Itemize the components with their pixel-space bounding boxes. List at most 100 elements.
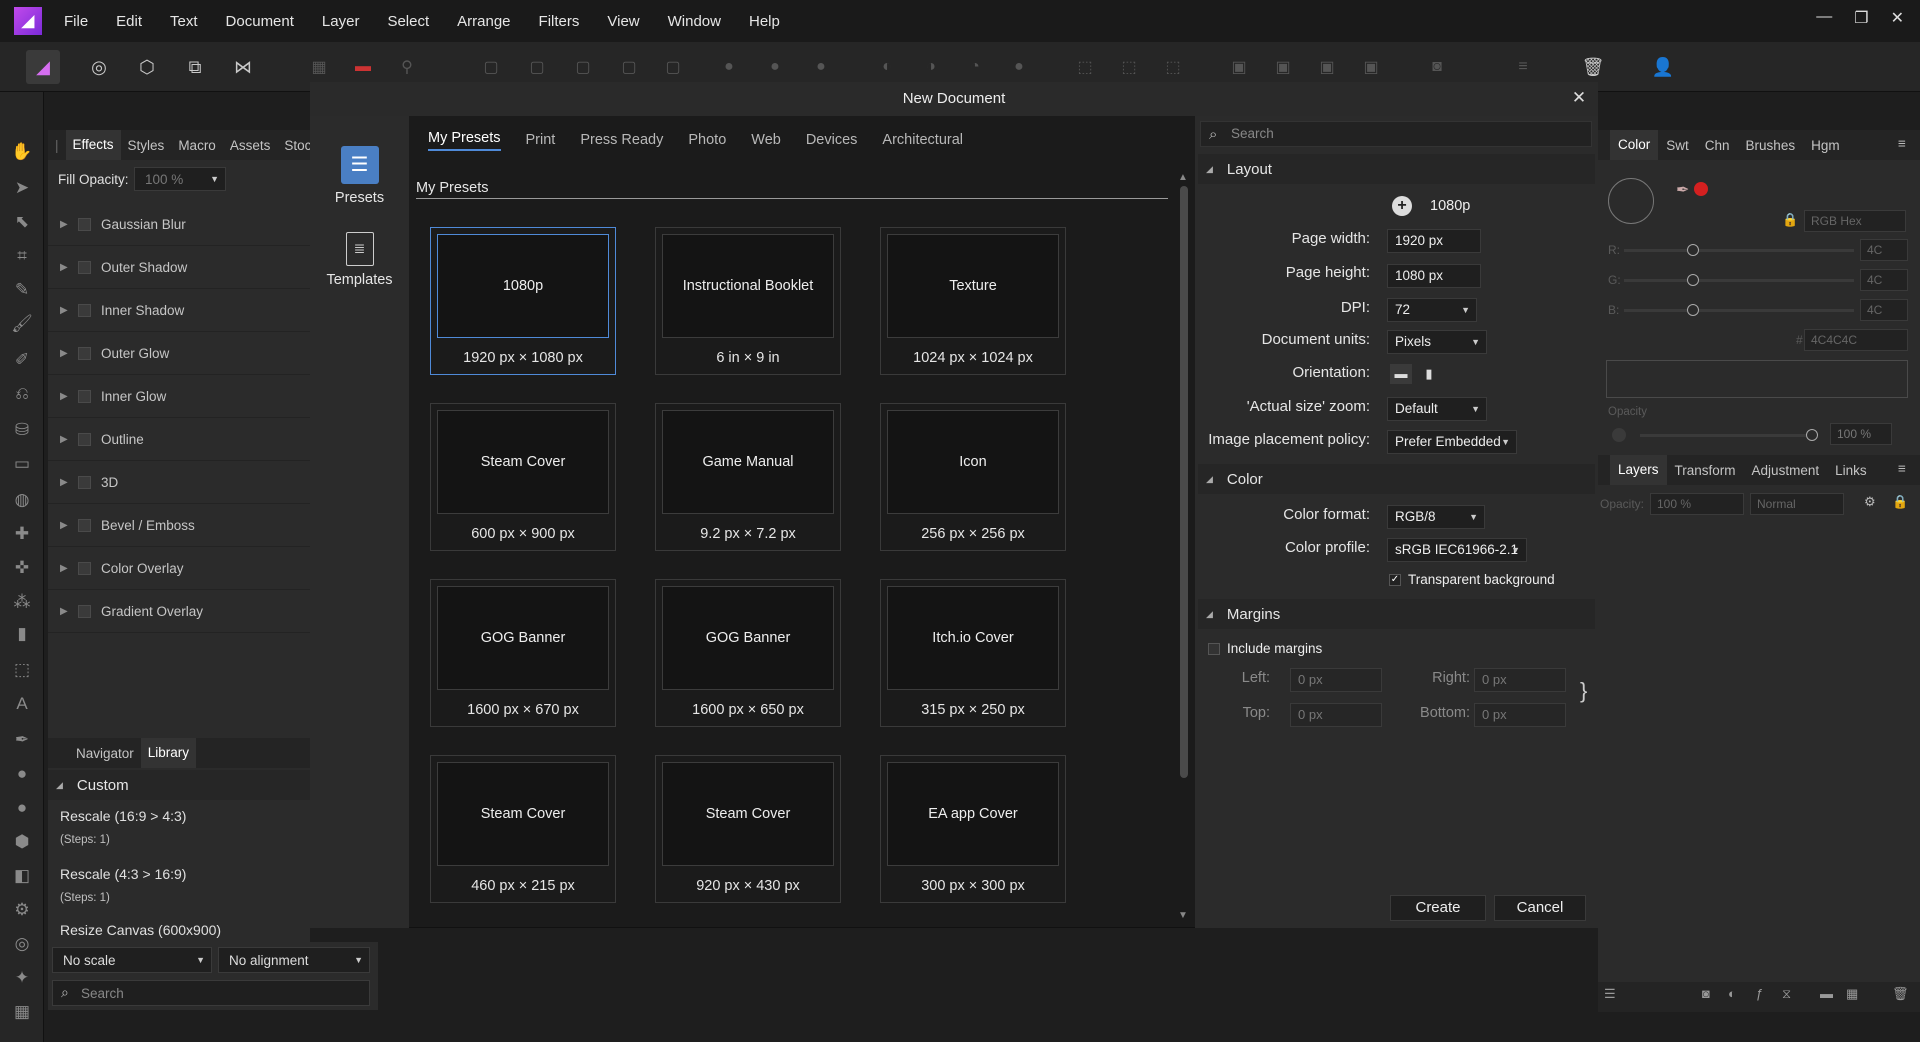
- menu-arrange[interactable]: Arrange: [457, 13, 510, 30]
- effect-checkbox[interactable]: [78, 475, 91, 489]
- tab-links[interactable]: Links: [1827, 463, 1875, 478]
- tab-brushes[interactable]: Brushes: [1738, 138, 1804, 153]
- rotate-right-icon[interactable]: ●: [1002, 50, 1036, 84]
- macro-item[interactable]: Rescale (16:9 > 4:3): [60, 808, 186, 824]
- menu-layer[interactable]: Layer: [322, 13, 360, 30]
- grid-icon[interactable]: ▦: [302, 50, 336, 84]
- move-tool-icon[interactable]: ➤: [10, 176, 34, 200]
- tab-my-presets[interactable]: My Presets: [428, 130, 501, 151]
- tab-devices[interactable]: Devices: [806, 132, 858, 148]
- tab-swatches[interactable]: Swt: [1658, 138, 1697, 153]
- minimize-icon[interactable]: —: [1816, 8, 1832, 28]
- photo-persona-icon[interactable]: ◢: [26, 50, 60, 84]
- scroll-down-icon[interactable]: ▼: [1178, 910, 1188, 921]
- lock-icon[interactable]: 🔒: [1782, 212, 1798, 228]
- sidebar-item-presets[interactable]: ☰ Presets: [310, 146, 409, 206]
- fx-icon[interactable]: ƒ: [1756, 986, 1763, 1001]
- channel-g-value[interactable]: 4C: [1860, 269, 1908, 291]
- tab-web[interactable]: Web: [751, 132, 781, 148]
- cancel-button[interactable]: Cancel: [1494, 895, 1586, 921]
- add-pixel-layer-icon[interactable]: ▦: [1846, 986, 1858, 1002]
- blur-brush-icon[interactable]: ◎: [10, 932, 34, 956]
- tab-architectural[interactable]: Architectural: [882, 132, 963, 148]
- hex-value-input[interactable]: 4C4C4C: [1804, 329, 1908, 351]
- tab-library[interactable]: Library: [140, 738, 197, 768]
- tone-mapping-persona-icon[interactable]: ⧉: [178, 50, 212, 84]
- menu-filters[interactable]: Filters: [539, 13, 580, 30]
- effect-checkbox[interactable]: [78, 346, 91, 360]
- live-filter-icon[interactable]: ⧖: [1782, 986, 1791, 1002]
- add-preset-icon[interactable]: +: [1392, 196, 1412, 216]
- rectangle-tool-icon[interactable]: ▮: [10, 622, 34, 646]
- panel-menu-icon[interactable]: ≡: [1898, 461, 1906, 476]
- collapse-icon[interactable]: ◢: [1206, 609, 1213, 620]
- menu-edit[interactable]: Edit: [116, 13, 142, 30]
- tab-navigator[interactable]: Navigator: [48, 746, 141, 761]
- macro-item[interactable]: Rescale (4:3 > 16:9): [60, 866, 186, 882]
- expand-icon[interactable]: ▶: [60, 391, 70, 402]
- effect-checkbox[interactable]: [78, 217, 91, 231]
- margin-top-input[interactable]: 0 px: [1290, 703, 1382, 727]
- expand-icon[interactable]: ▶: [60, 348, 70, 359]
- transparent-background-checkbox[interactable]: ✓: [1389, 574, 1401, 586]
- quick-mask-icon[interactable]: ◙: [1420, 50, 1454, 84]
- margins-section-header[interactable]: ◢ Margins: [1198, 599, 1595, 629]
- preset-card[interactable]: Steam Cover 460 px × 215 px: [430, 755, 616, 903]
- layer-lock-icon[interactable]: 🔒: [1892, 494, 1908, 510]
- preset-card[interactable]: GOG Banner 1600 px × 650 px: [655, 579, 841, 727]
- menu-file[interactable]: File: [64, 13, 88, 30]
- layout-section-header[interactable]: ◢ Layout: [1198, 154, 1595, 184]
- close-icon[interactable]: ✕: [1567, 86, 1591, 110]
- channel-r-value[interactable]: 4C: [1860, 239, 1908, 261]
- develop-persona-icon[interactable]: ⬡: [130, 50, 164, 84]
- rotate-left-icon[interactable]: ◔: [958, 50, 992, 84]
- flip-horizontal-icon[interactable]: ◐: [870, 50, 904, 84]
- expand-icon[interactable]: ▶: [60, 563, 70, 574]
- dpi-select[interactable]: 72 ▼: [1387, 298, 1477, 322]
- landscape-orientation-icon[interactable]: ▬: [1390, 364, 1412, 384]
- tab-layers[interactable]: Layers: [1610, 455, 1667, 485]
- image-placement-select[interactable]: Prefer Embedded ▼: [1387, 430, 1517, 454]
- document-units-select[interactable]: Pixels ▼: [1387, 330, 1487, 354]
- align-icon[interactable]: ≡: [1506, 50, 1540, 84]
- preset-card[interactable]: 1080p 1920 px × 1080 px: [430, 227, 616, 375]
- tab-print[interactable]: Print: [526, 132, 556, 148]
- new-mask-icon[interactable]: ▢: [520, 50, 554, 84]
- boolean-subtract-icon[interactable]: ●: [758, 50, 792, 84]
- actual-size-zoom-select[interactable]: Default ▼: [1387, 397, 1487, 421]
- collapse-icon[interactable]: ◢: [1206, 474, 1213, 485]
- layers-stack-icon[interactable]: ☰: [1604, 986, 1616, 1002]
- crop-tool-icon[interactable]: ⌗: [10, 244, 34, 268]
- effect-row[interactable]: ▶ Inner Glow: [48, 375, 310, 418]
- boolean-add-icon[interactable]: ●: [712, 50, 746, 84]
- tab-assets[interactable]: Assets: [223, 138, 278, 153]
- settings-search-input[interactable]: ⌕ Search: [1200, 121, 1592, 147]
- preset-card[interactable]: Instructional Booklet 6 in × 9 in: [655, 227, 841, 375]
- new-adjustment-icon[interactable]: ▢: [566, 50, 600, 84]
- collapse-icon[interactable]: ◢: [56, 780, 63, 791]
- preset-card[interactable]: Steam Cover 600 px × 900 px: [430, 403, 616, 551]
- layer-settings-gear-icon[interactable]: ⚙: [1864, 494, 1876, 510]
- scroll-up-icon[interactable]: ▲: [1178, 172, 1188, 183]
- slider-knob[interactable]: [1687, 304, 1699, 316]
- effect-row[interactable]: ▶ 3D: [48, 461, 310, 504]
- arrange-back-icon[interactable]: ▣: [1354, 50, 1388, 84]
- channel-b-value[interactable]: 4C: [1860, 299, 1908, 321]
- color-wheel-icon[interactable]: [1608, 178, 1654, 224]
- library-search-input[interactable]: ⌕ Search: [52, 980, 370, 1006]
- scrollbar-thumb[interactable]: [1180, 186, 1188, 778]
- include-margins-checkbox[interactable]: [1208, 643, 1220, 655]
- effect-row[interactable]: ▶ Inner Shadow: [48, 289, 310, 332]
- effect-checkbox[interactable]: [78, 561, 91, 575]
- erase-brush-icon[interactable]: ✐: [10, 348, 34, 372]
- tab-photo[interactable]: Photo: [688, 132, 726, 148]
- tab-adjustment[interactable]: Adjustment: [1744, 463, 1828, 478]
- color-section-header[interactable]: ◢ Color: [1198, 464, 1595, 494]
- selection-brush-icon[interactable]: ✎: [10, 278, 34, 302]
- menu-view[interactable]: View: [607, 13, 639, 30]
- dodge-tool-icon[interactable]: ◍: [10, 488, 34, 512]
- eyedropper-icon[interactable]: ✒: [1676, 180, 1689, 200]
- tab-macro[interactable]: Macro: [171, 138, 223, 153]
- paint-brush-icon[interactable]: 🖌: [10, 312, 34, 336]
- slider-knob[interactable]: [1687, 244, 1699, 256]
